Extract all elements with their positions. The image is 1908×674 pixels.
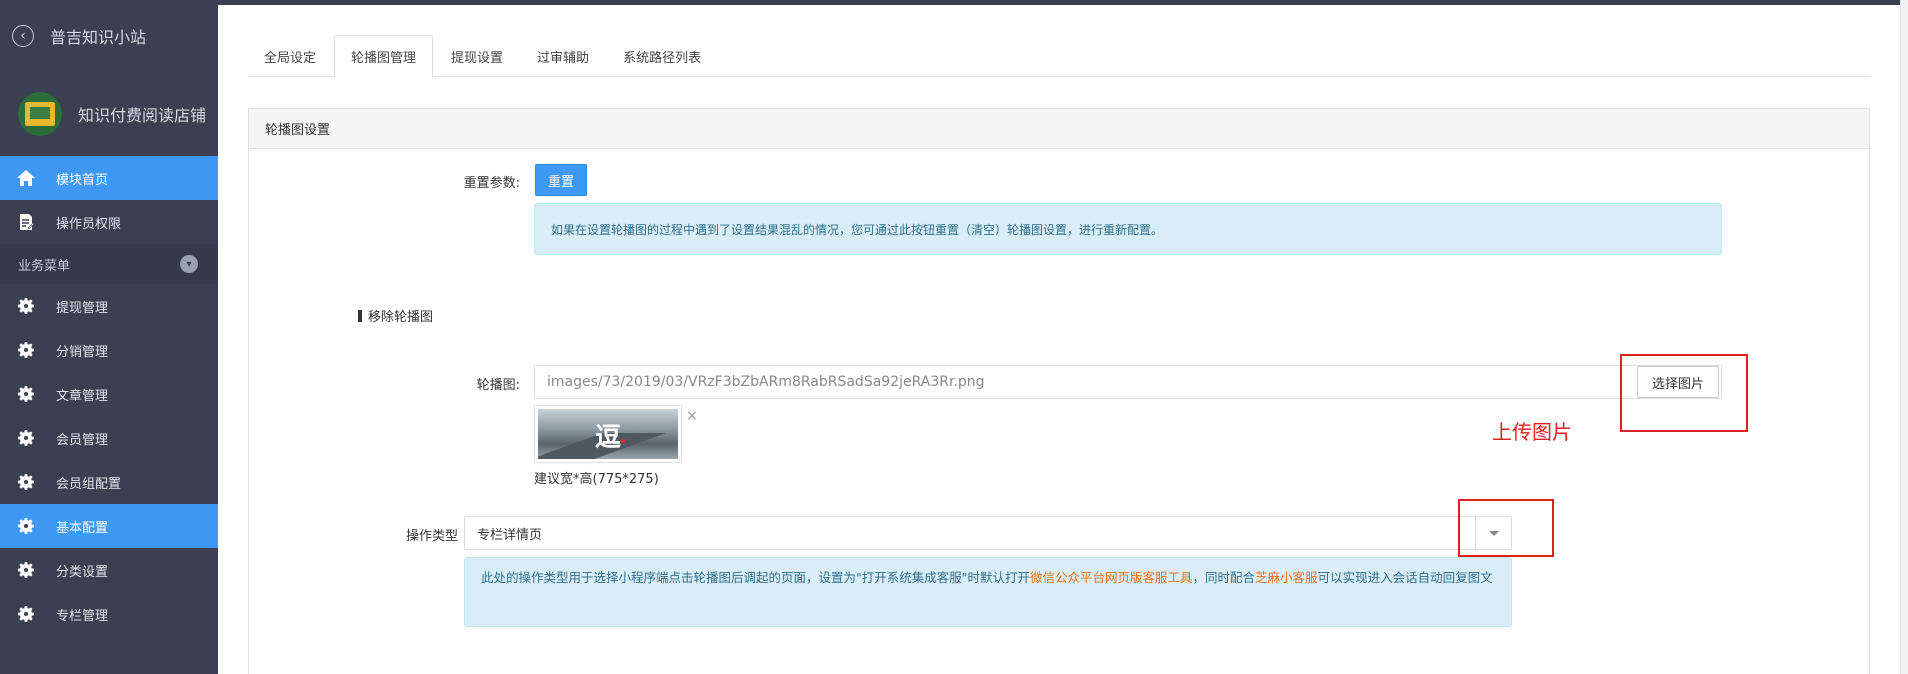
chevron-down-icon[interactable]: ▾ — [180, 255, 198, 273]
store-name: 知识付费阅读店铺 — [78, 106, 207, 125]
sidebar-item-5[interactable]: 基本配置 — [0, 504, 218, 548]
image-size-hint: 建议宽*高(775*275) — [534, 472, 659, 487]
panel-heading: 轮播图设置 — [249, 109, 1869, 149]
info-text: ，同时配合 — [1192, 570, 1256, 585]
sidebar-item-6[interactable]: 分类设置 — [0, 548, 218, 592]
sidebar-item-label: 提现管理 — [56, 300, 109, 316]
sidebar-item-label: 操作员权限 — [56, 216, 122, 232]
gear-icon — [16, 560, 36, 580]
sidebar-item-label: 分类设置 — [56, 564, 109, 580]
gear-icon — [16, 472, 36, 492]
info-text: 此处的操作类型用于选择小程序端点击轮播图后调起的页面，设置为"打开系统集成客服"… — [481, 570, 1031, 585]
sidebar-item-1[interactable]: 分销管理 — [0, 328, 218, 372]
tab-system-path-list[interactable]: 系统路径列表 — [607, 35, 717, 77]
sidebar-item-module-home[interactable]: 模块首页 — [0, 156, 218, 200]
gear-icon — [16, 340, 36, 360]
zhima-service-link[interactable]: 芝麻小客服 — [1255, 570, 1318, 585]
sidebar-item-label: 模块首页 — [56, 172, 109, 188]
operation-type-label: 操作类型 — [405, 529, 458, 544]
annotation-upload-text: 上传图片 — [1492, 420, 1572, 444]
back-circle-icon[interactable]: ‹ — [12, 25, 34, 47]
reset-button[interactable]: 重置 — [535, 164, 587, 196]
section-title-text: 移除轮播图 — [368, 310, 434, 325]
gear-icon — [16, 604, 36, 624]
operation-type-select[interactable]: 专栏详情页 — [464, 516, 1512, 550]
info-text: 可以实现进入会话自动回复图文 — [1317, 570, 1493, 585]
store-info: 知识付费阅读店铺 — [0, 72, 218, 156]
gear-icon — [16, 384, 36, 404]
carousel-image-label: 轮播图: — [476, 378, 520, 393]
remove-image-close-icon[interactable]: × — [686, 408, 698, 424]
carousel-image-thumbnail: 逗 — [534, 405, 682, 463]
annotation-box-dropdown — [1458, 499, 1554, 557]
site-title: 普吉知识小站 — [50, 28, 147, 47]
tab-global-settings[interactable]: 全局设定 — [248, 35, 332, 77]
sidebar-item-label: 分销管理 — [56, 344, 109, 360]
reset-info-alert: 如果在设置轮播图的过程中遇到了设置结果混乱的情况，您可通过此按钮重置（清空）轮播… — [534, 203, 1722, 255]
gear-icon — [16, 516, 36, 536]
gear-icon — [16, 296, 36, 316]
sidebar-item-7[interactable]: 专栏管理 — [0, 592, 218, 636]
home-icon — [16, 168, 36, 188]
sidebar-item-label: 会员组配置 — [56, 476, 122, 492]
sidebar-item-label: 文章管理 — [56, 388, 109, 404]
sidebar-item-label: 专栏管理 — [56, 608, 109, 624]
sidebar-item-label: 会员管理 — [56, 432, 109, 448]
tab-carousel-management[interactable]: 轮播图管理 — [334, 35, 434, 78]
tab-review-assist[interactable]: 过审辅助 — [521, 35, 605, 77]
thumbnail-image: 逗 — [538, 409, 678, 459]
sidebar-header: ‹ 普吉知识小站 — [0, 0, 218, 72]
sidebar-group-label: 业务菜单 — [18, 258, 71, 274]
operation-type-value: 专栏详情页 — [477, 527, 543, 543]
sidebar-item-label: 基本配置 — [56, 520, 109, 536]
document-edit-icon — [16, 212, 36, 232]
thumbnail-calligraphy: 逗 — [595, 423, 622, 453]
carousel-image-path-input[interactable]: images/73/2019/03/VRzF3bZbARm8RabRSadSa9… — [534, 365, 1722, 399]
gear-icon — [16, 428, 36, 448]
scrollbar[interactable] — [1900, 0, 1908, 674]
remove-carousel-section-title: 移除轮播图 — [358, 306, 433, 325]
sidebar-item-3[interactable]: 会员管理 — [0, 416, 218, 460]
store-logo — [18, 92, 62, 136]
annotation-box-choose-image — [1620, 354, 1748, 432]
wechat-service-tool-link[interactable]: 微信公众平台网页版客服工具 — [1030, 570, 1193, 585]
reset-label: 重置参数: — [463, 176, 520, 191]
section-marker — [358, 309, 362, 322]
main-content: 全局设定 轮播图管理 提现设置 过审辅助 系统路径列表 轮播图设置 重置参数: … — [248, 0, 1870, 674]
sidebar: ‹ 普吉知识小站 知识付费阅读店铺 模块首页 操作员权限 业务菜单 ▾ 提现管理… — [0, 0, 218, 674]
sidebar-item-4[interactable]: 会员组配置 — [0, 460, 218, 504]
sidebar-item-operator-permission[interactable]: 操作员权限 — [0, 200, 218, 244]
operation-type-info-alert: 此处的操作类型用于选择小程序端点击轮播图后调起的页面，设置为"打开系统集成客服"… — [464, 557, 1512, 627]
tab-withdraw-settings[interactable]: 提现设置 — [435, 35, 519, 77]
sidebar-item-0[interactable]: 提现管理 — [0, 284, 218, 328]
sidebar-item-2[interactable]: 文章管理 — [0, 372, 218, 416]
tab-bar: 全局设定 轮播图管理 提现设置 过审辅助 系统路径列表 — [248, 35, 1870, 78]
sidebar-group-business-menu[interactable]: 业务菜单 ▾ — [0, 244, 218, 284]
